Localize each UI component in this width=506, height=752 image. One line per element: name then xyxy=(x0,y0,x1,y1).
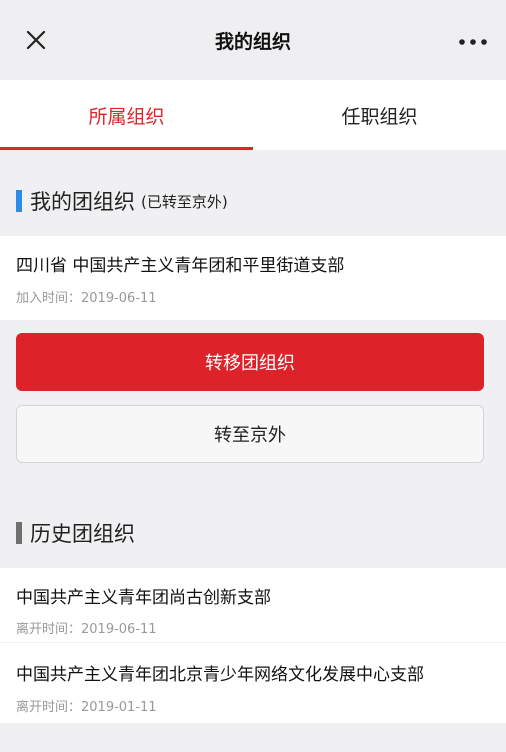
close-icon[interactable] xyxy=(22,26,50,54)
tab-label: 所属组织 xyxy=(88,105,165,128)
tab-belonging-org[interactable]: 所属组织 xyxy=(0,80,253,150)
active-tab-indicator xyxy=(0,147,253,150)
history-header: 历史团组织 xyxy=(0,518,506,548)
tab-label: 任职组织 xyxy=(341,105,418,128)
more-icon[interactable] xyxy=(458,38,488,46)
leave-time: 离开时间：2019-01-11 xyxy=(16,700,157,715)
tab-bar: 所属组织 任职组织 xyxy=(0,80,506,150)
join-time: 加入时间：2019-06-11 xyxy=(16,291,157,306)
current-org-card[interactable]: 四川省 中国共产主义青年团和平里街道支部 加入时间：2019-06-11 xyxy=(0,236,506,320)
list-item[interactable]: 中国共产主义青年团尚古创新支部 离开时间：2019-06-11 xyxy=(0,568,506,642)
leave-time: 离开时间：2019-06-11 xyxy=(16,622,157,637)
transfer-org-button[interactable]: 转移团组织 xyxy=(16,333,484,391)
navbar: 我的组织 xyxy=(0,0,506,80)
section-note: (已转至京外) xyxy=(141,192,228,211)
page-title: 我的组织 xyxy=(214,30,291,53)
org-name: 中国共产主义青年团尚古创新支部 xyxy=(16,588,271,608)
list-item[interactable]: 中国共产主义青年团北京青少年网络文化发展中心支部 离开时间：2019-01-11 xyxy=(0,643,506,723)
section-marker xyxy=(16,522,22,544)
section-title: 历史团组织 xyxy=(30,522,135,546)
transfer-out-of-beijing-button[interactable]: 转至京外 xyxy=(16,405,484,463)
section-marker xyxy=(16,190,22,212)
section-title: 我的团组织 xyxy=(30,190,135,214)
org-name: 四川省 中国共产主义青年团和平里街道支部 xyxy=(16,256,345,276)
my-league-header: 我的团组织 (已转至京外) xyxy=(0,186,506,216)
org-name: 中国共产主义青年团北京青少年网络文化发展中心支部 xyxy=(16,665,424,685)
tab-office-org[interactable]: 任职组织 xyxy=(253,80,506,150)
